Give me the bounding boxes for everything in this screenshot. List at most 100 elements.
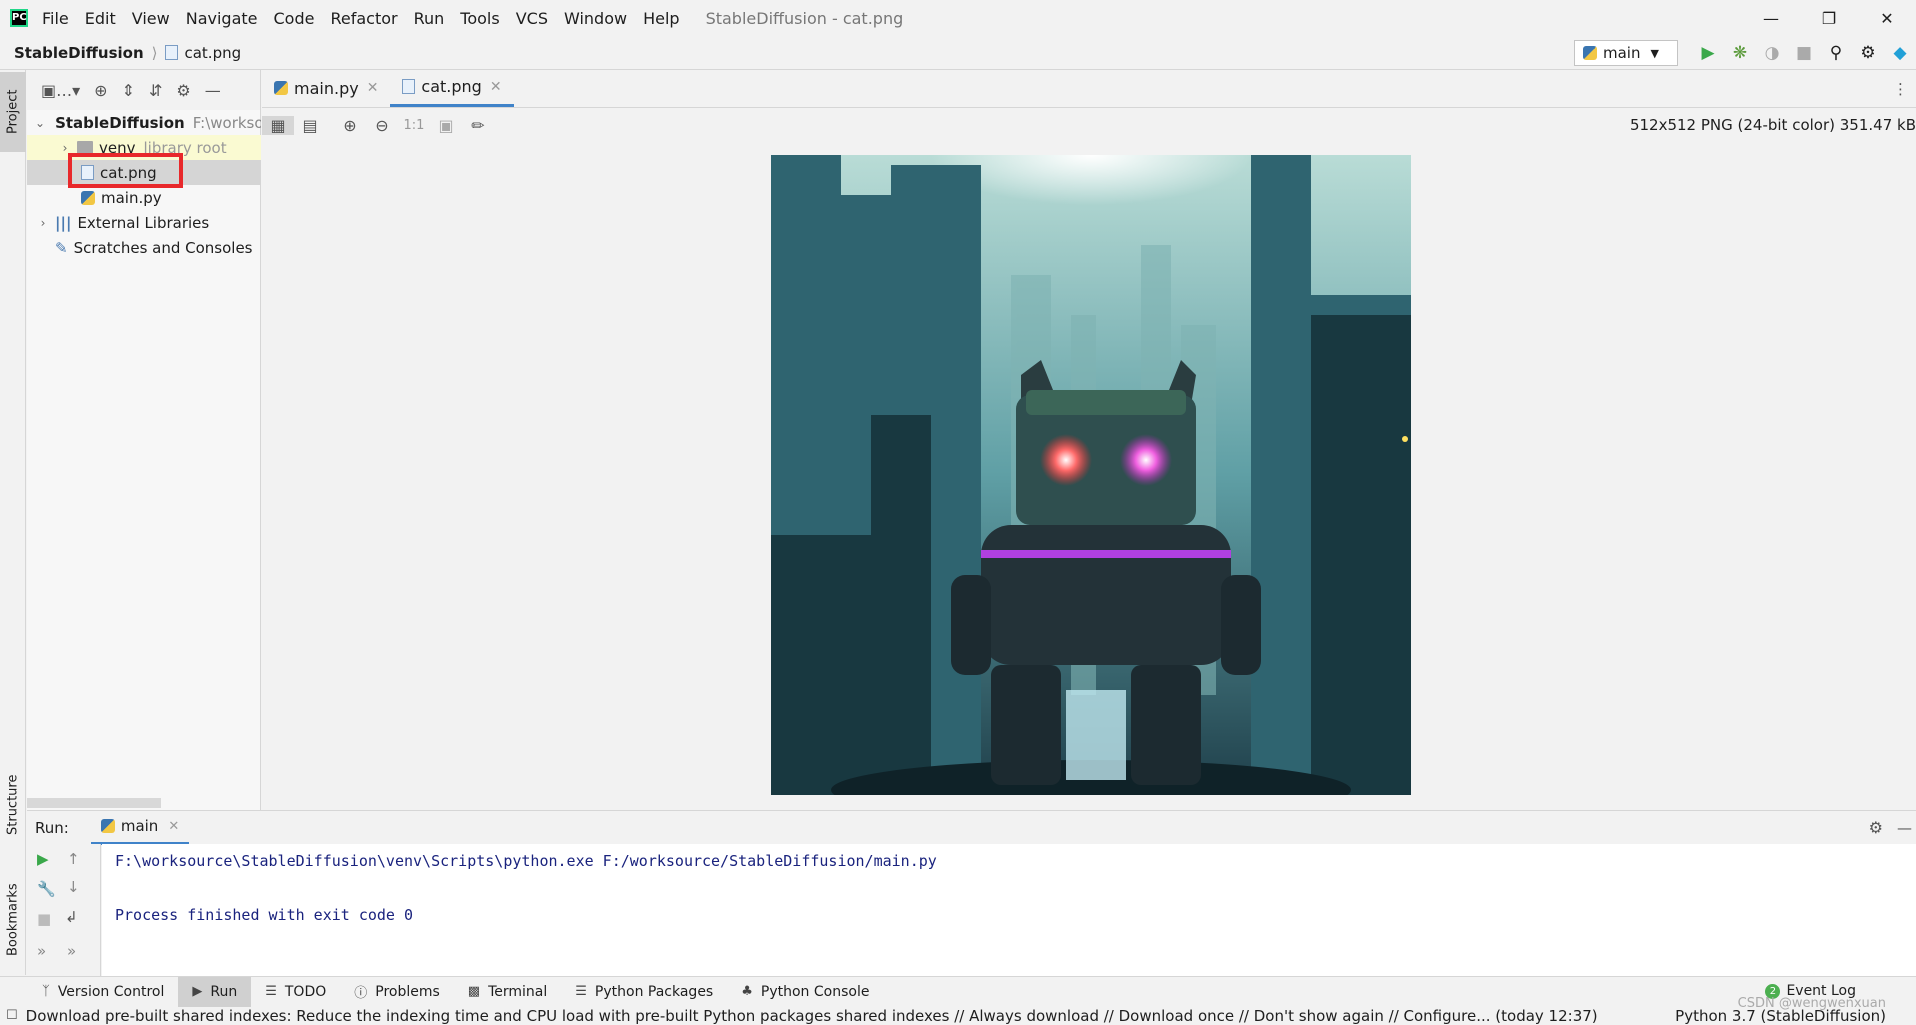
python-icon	[1583, 46, 1597, 60]
gear-icon[interactable]: ⚙	[176, 81, 190, 100]
more-options-icon[interactable]: ⋮	[1893, 80, 1908, 98]
grid-icon[interactable]: ▤	[294, 116, 326, 135]
image-info: 512x512 PNG (24-bit color) 351.47 kB	[1629, 116, 1916, 134]
more-icon[interactable]: »	[37, 942, 46, 960]
menu-vcs[interactable]: VCS	[516, 9, 548, 28]
tree-root-label: StableDiffusion	[55, 113, 185, 132]
highlight-annotation-box	[68, 153, 183, 188]
chevron-right-icon[interactable]: ›	[35, 216, 51, 230]
color-picker-icon[interactable]: ✏	[462, 116, 494, 135]
menu-code[interactable]: Code	[274, 9, 315, 28]
run-configuration-selector[interactable]: main ▼	[1574, 40, 1678, 66]
status-bar: ☐ Download pre-built shared indexes: Red…	[0, 1006, 1916, 1025]
breadcrumb-file-label: cat.png	[184, 43, 242, 62]
chessboard-icon[interactable]: ▦	[262, 115, 294, 135]
scratches-icon: ✎	[55, 238, 68, 257]
stop-icon[interactable]: ■	[37, 910, 51, 928]
window-title: StableDiffusion - cat.png	[705, 8, 904, 28]
tree-item-scratches[interactable]: ✎ Scratches and Consoles	[27, 235, 261, 260]
hide-icon[interactable]: —	[205, 81, 221, 100]
close-tab-icon[interactable]: ✕	[367, 80, 379, 96]
down-arrow-icon[interactable]: ↓	[67, 878, 80, 896]
tab-version-control[interactable]: ᛉ Version Control	[28, 977, 178, 1007]
tree-item-root[interactable]: ⌄ StableDiffusion F:\worksource\StableDi…	[27, 110, 261, 135]
view-selector-icon[interactable]: ▣…▾	[41, 81, 80, 100]
actual-size-button[interactable]: 1:1	[398, 118, 430, 133]
project-toolbar: ▣…▾ ⊕ ⇕ ⇵ ⚙ —	[27, 70, 261, 110]
left-tool-strip: Project Structure Bookmarks	[0, 70, 26, 975]
menu-run[interactable]: Run	[414, 9, 445, 28]
breadcrumb-file[interactable]: cat.png	[165, 44, 241, 62]
status-message[interactable]: Download pre-built shared indexes: Reduc…	[26, 1007, 1656, 1025]
gear-icon[interactable]: ⚙	[1852, 43, 1884, 63]
tab-problems[interactable]: ⓘ Problems	[340, 977, 454, 1007]
run-tab-main[interactable]: main ✕	[90, 811, 190, 845]
soft-wrap-icon[interactable]: ↲	[65, 908, 78, 926]
coverage-icon[interactable]: ◑	[1756, 43, 1788, 63]
close-icon[interactable]: ✕	[1858, 0, 1916, 36]
title-bar: PC File Edit View Navigate Code Refactor…	[0, 0, 1916, 36]
tab-terminal[interactable]: ▩ Terminal	[454, 977, 561, 1007]
tab-project[interactable]: Project	[0, 72, 26, 152]
tree-root-path: F:\worksource\StableDiffusion	[192, 113, 261, 132]
packages-icon: ☰	[575, 984, 587, 999]
more-icon[interactable]: »	[67, 942, 76, 960]
run-icon[interactable]: ▶	[1692, 43, 1724, 63]
menu-tools[interactable]: Tools	[460, 9, 499, 28]
close-tab-icon[interactable]: ✕	[490, 79, 502, 95]
menu-window[interactable]: Window	[564, 9, 627, 28]
menu-refactor[interactable]: Refactor	[330, 9, 397, 28]
menu-navigate[interactable]: Navigate	[186, 9, 258, 28]
horizontal-scrollbar[interactable]	[27, 798, 161, 808]
tab-main-py[interactable]: main.py ✕	[262, 69, 390, 107]
tab-bookmarks[interactable]: Bookmarks	[0, 870, 26, 970]
collapse-all-icon[interactable]: ⇵	[149, 81, 162, 100]
tree-external-libraries-label: External Libraries	[77, 213, 210, 232]
wrench-icon[interactable]: 🔧	[37, 880, 56, 898]
interpreter-selector[interactable]: Python 3.7 (StableDiffusion)	[1675, 1007, 1886, 1025]
breadcrumb-separator-icon: ⟩	[151, 43, 158, 62]
stop-icon[interactable]: ■	[1788, 43, 1820, 63]
menu-help[interactable]: Help	[643, 9, 679, 28]
debug-icon[interactable]: ❋	[1724, 43, 1756, 63]
tab-structure-label: Structure	[5, 774, 21, 836]
list-icon: ☰	[265, 984, 277, 999]
tab-todo[interactable]: ☰ TODO	[251, 977, 340, 1007]
menu-file[interactable]: File	[42, 9, 69, 28]
tree-item-main-py[interactable]: main.py	[27, 185, 261, 210]
run-tab-label: main	[120, 817, 159, 835]
checkbox-icon[interactable]: ☐	[6, 1008, 18, 1023]
gear-icon[interactable]: ⚙	[1869, 818, 1883, 837]
breadcrumb-project[interactable]: StableDiffusion	[14, 44, 144, 62]
run-panel-label: Run:	[35, 818, 69, 837]
tab-cat-png-label: cat.png	[421, 77, 482, 96]
up-arrow-icon[interactable]: ↑	[67, 850, 80, 868]
branch-icon: ᛉ	[42, 984, 50, 999]
image-file-icon	[402, 79, 416, 94]
project-tree: ⌄ StableDiffusion F:\worksource\StableDi…	[27, 110, 261, 810]
fit-zoom-icon[interactable]: ▣	[430, 116, 462, 135]
rerun-icon[interactable]: ▶	[37, 850, 49, 868]
tab-python-console[interactable]: ♣ Python Console	[727, 977, 883, 1007]
zoom-out-icon[interactable]: ⊖	[366, 116, 398, 135]
tree-item-external-libraries[interactable]: › ||| External Libraries	[27, 210, 261, 235]
tab-structure[interactable]: Structure	[0, 760, 26, 850]
menu-edit[interactable]: Edit	[85, 9, 116, 28]
tab-python-packages[interactable]: ☰ Python Packages	[561, 977, 727, 1007]
search-icon[interactable]: ⚲	[1820, 43, 1852, 63]
chevron-down-icon[interactable]: ⌄	[35, 116, 45, 130]
hide-icon[interactable]: —	[1897, 819, 1912, 837]
jetbrains-toolbox-icon[interactable]: ◆	[1884, 43, 1916, 63]
tree-main-py-label: main.py	[101, 188, 162, 207]
expand-all-icon[interactable]: ⇕	[122, 81, 135, 100]
restore-icon[interactable]: ❐	[1800, 0, 1858, 36]
zoom-in-icon[interactable]: ⊕	[334, 116, 366, 135]
tab-run[interactable]: ▶ Run	[178, 976, 252, 1007]
close-tab-icon[interactable]: ✕	[168, 819, 179, 834]
locate-icon[interactable]: ⊕	[94, 81, 107, 100]
run-console[interactable]: F:\worksource\StableDiffusion\venv\Scrip…	[102, 844, 1916, 976]
menu-view[interactable]: View	[132, 9, 170, 28]
tab-cat-png[interactable]: cat.png ✕	[390, 69, 514, 107]
minimize-icon[interactable]: —	[1742, 0, 1800, 36]
